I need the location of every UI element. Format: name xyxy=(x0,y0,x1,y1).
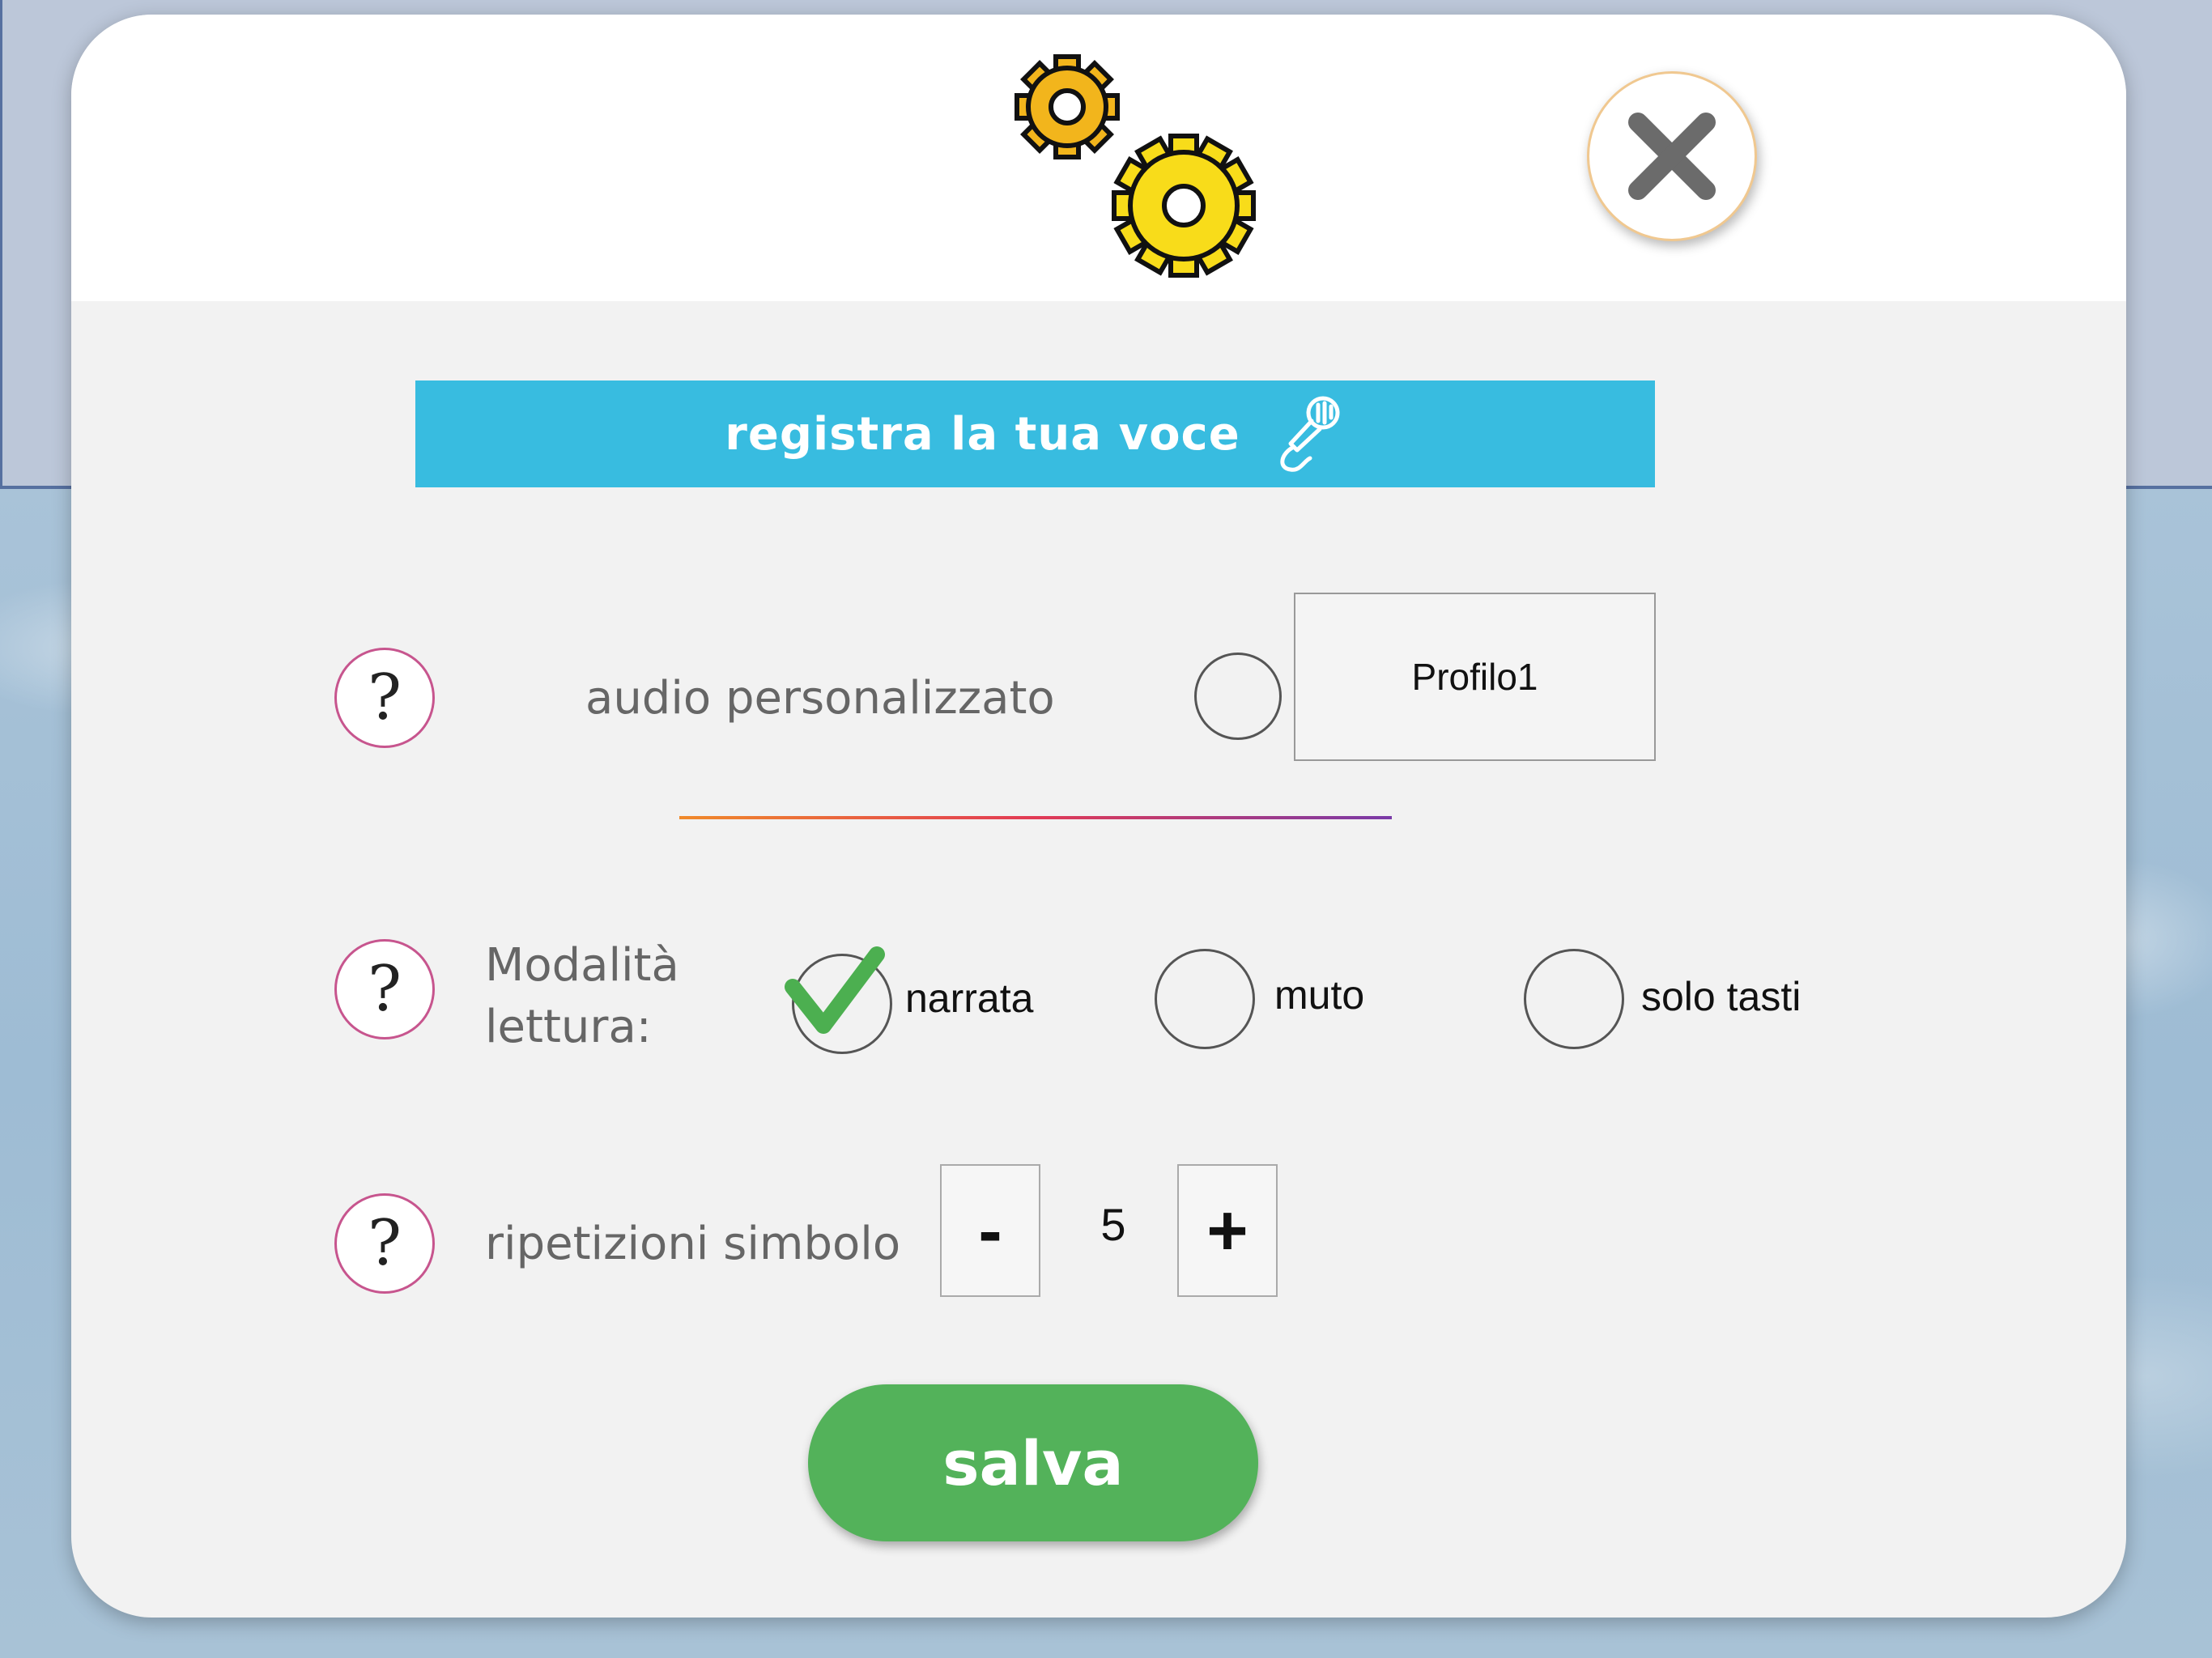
reading-mode-radio-muto[interactable] xyxy=(1155,949,1255,1049)
decrement-button[interactable]: - xyxy=(940,1164,1040,1297)
reading-mode-option-narrata[interactable]: narrata xyxy=(905,975,1033,1022)
repetitions-label: ripetizioni simbolo xyxy=(485,1218,901,1270)
close-icon xyxy=(1628,113,1716,200)
help-button-repetitions[interactable]: ? xyxy=(334,1193,435,1294)
increment-button[interactable]: + xyxy=(1177,1164,1278,1297)
checkmark-icon xyxy=(785,946,885,1034)
custom-audio-checkbox[interactable] xyxy=(1194,653,1282,740)
reading-mode-option-muto[interactable]: muto xyxy=(1274,971,1364,1018)
help-button-custom-audio[interactable]: ? xyxy=(334,648,435,748)
help-button-reading-mode[interactable]: ? xyxy=(334,939,435,1039)
reading-mode-option-solo-tasti[interactable]: solo tasti xyxy=(1641,973,1801,1020)
audio-profile-select[interactable]: Profilo1 xyxy=(1294,593,1656,761)
reading-mode-label-line2: lettura: xyxy=(485,1001,652,1053)
record-voice-label: registra la tua voce xyxy=(725,407,1240,461)
repetitions-value: 5 xyxy=(1100,1199,1126,1250)
reading-mode-radio-narrata[interactable] xyxy=(785,946,892,1054)
gears-icon xyxy=(1015,54,1256,278)
close-button[interactable] xyxy=(1587,71,1757,241)
background-edge xyxy=(0,0,2,489)
microphone-icon xyxy=(1280,396,1340,472)
record-voice-button[interactable]: registra la tua voce xyxy=(415,380,1655,487)
section-divider xyxy=(679,816,1392,819)
reading-mode-label-line1: Modalità xyxy=(485,939,679,992)
custom-audio-label: audio personalizzato xyxy=(585,672,1055,725)
save-button[interactable]: salva xyxy=(808,1384,1258,1541)
reading-mode-radio-solo-tasti[interactable] xyxy=(1524,949,1624,1049)
